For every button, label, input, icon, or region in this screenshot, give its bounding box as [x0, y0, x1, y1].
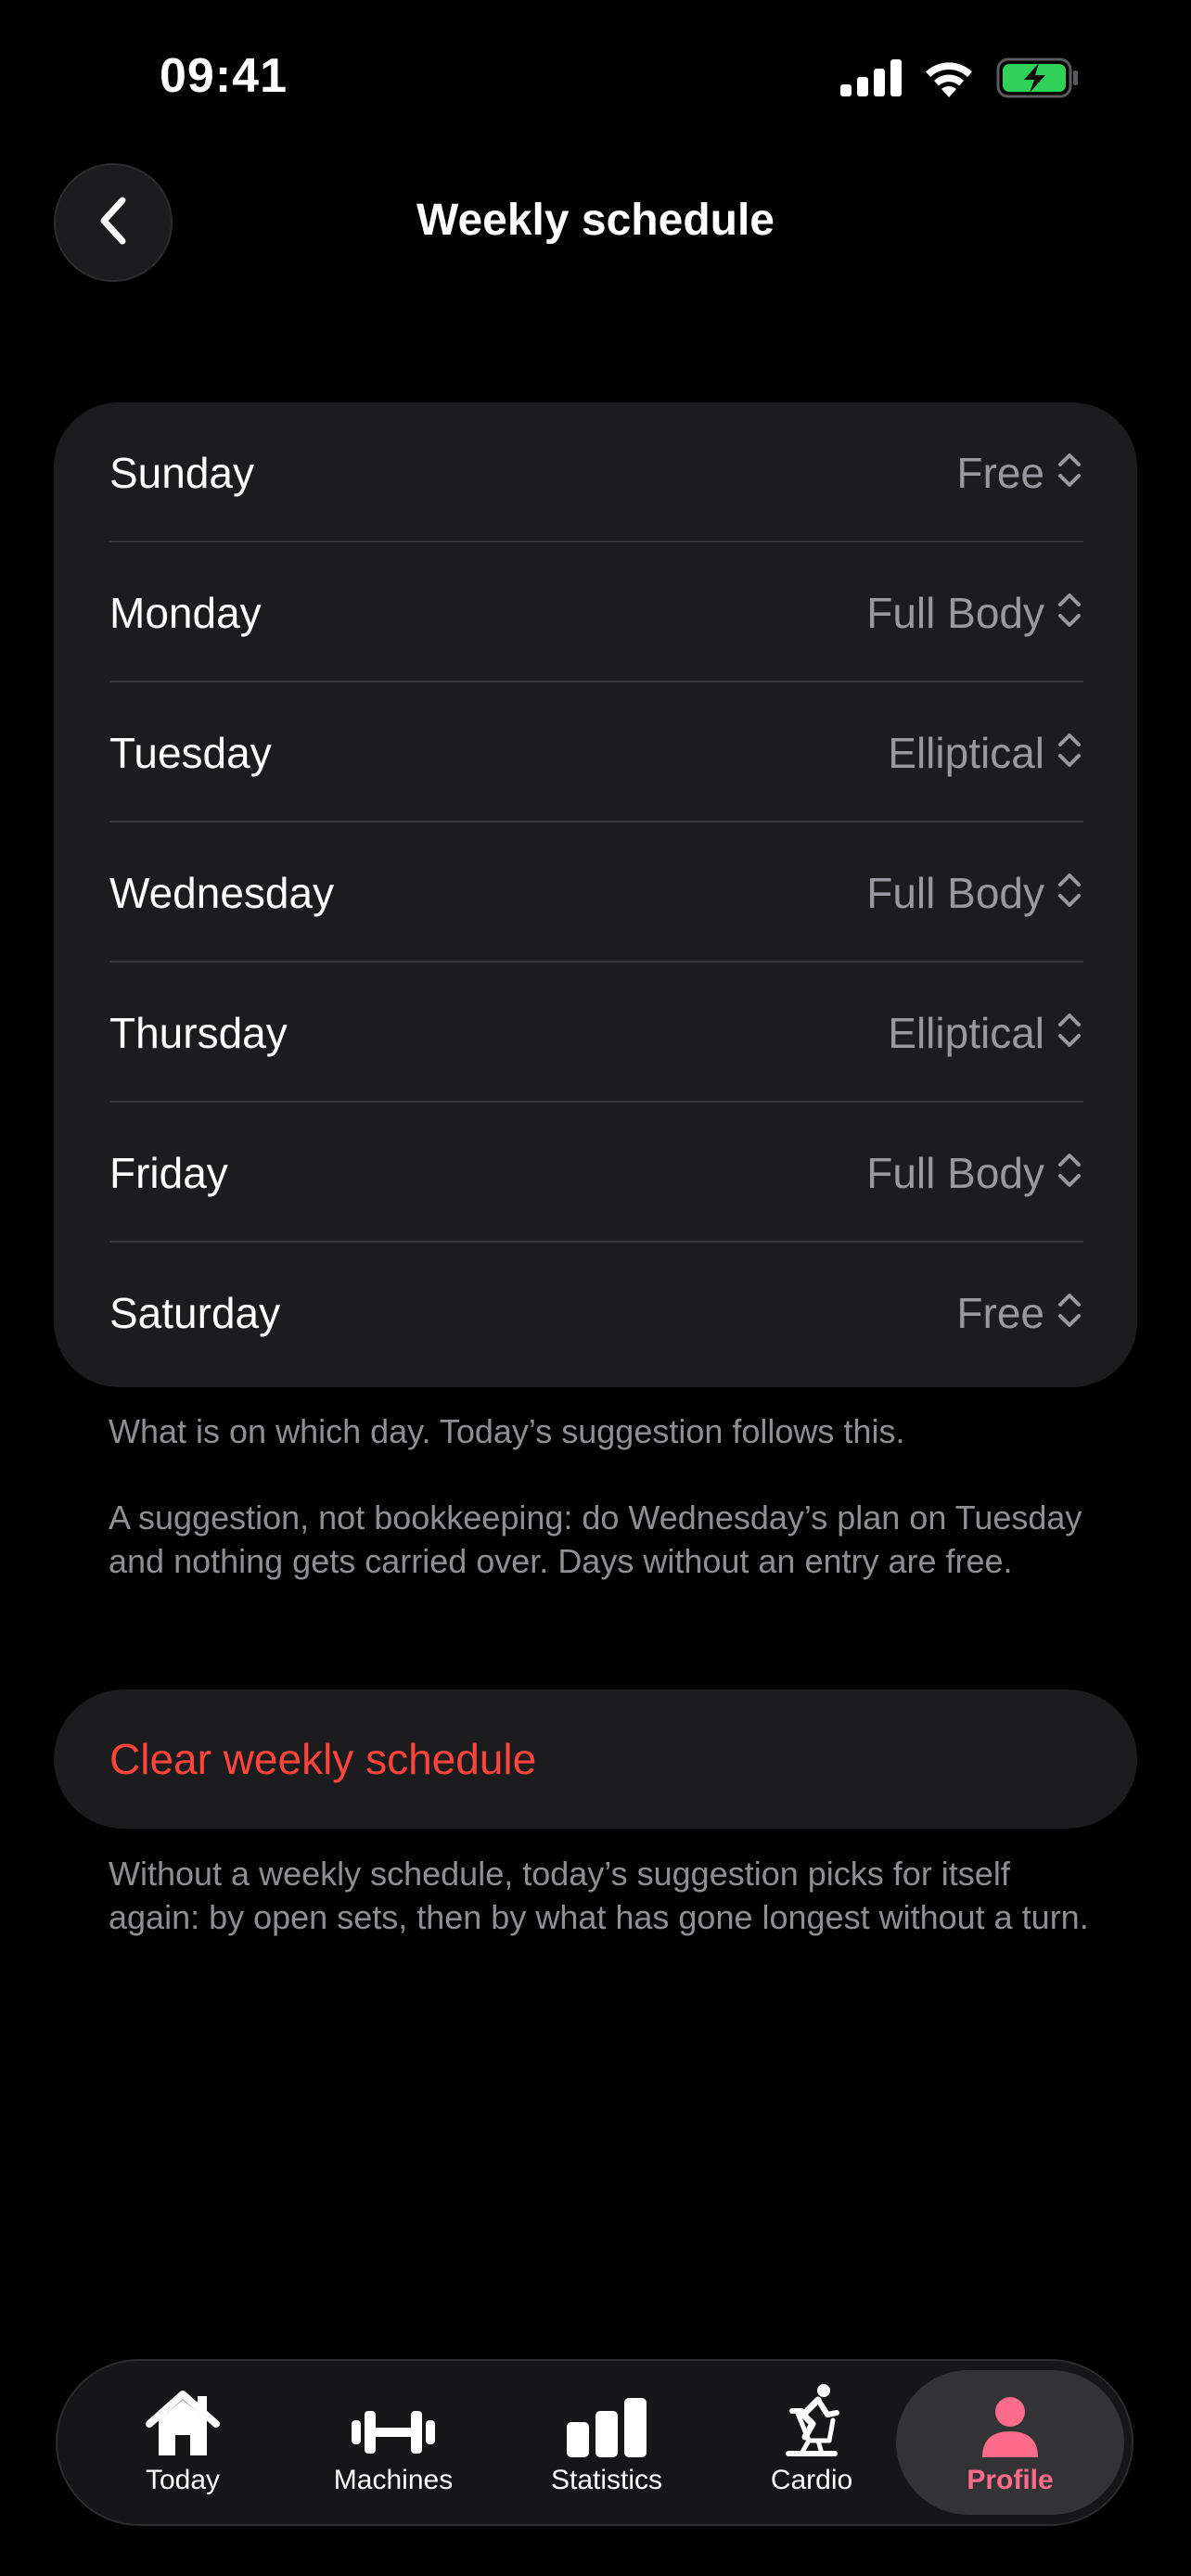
- day-picker[interactable]: Elliptical: [888, 1008, 1083, 1058]
- day-row-sunday[interactable]: Sunday Free: [54, 402, 1137, 542]
- day-label: Tuesday: [109, 728, 272, 777]
- chevron-up-down-icon: [1056, 870, 1083, 915]
- tab-statistics[interactable]: Statistics: [514, 2370, 699, 2515]
- status-icons: [840, 57, 1080, 103]
- chevron-up-down-icon: [1056, 1290, 1083, 1335]
- day-value: Elliptical: [888, 728, 1044, 777]
- day-value: Full Body: [866, 1148, 1044, 1197]
- clear-footnote: Without a weekly schedule, today’s sugge…: [109, 1855, 1089, 1936]
- day-label: Sunday: [109, 448, 255, 497]
- day-row-saturday[interactable]: Saturday Free: [54, 1243, 1137, 1383]
- chevron-up-down-icon: [1056, 450, 1083, 495]
- day-label: Saturday: [109, 1288, 281, 1337]
- day-row-monday[interactable]: Monday Full Body: [54, 542, 1137, 682]
- day-value: Free: [956, 448, 1044, 497]
- schedule-explanation: A suggestion, not bookkeeping: do Wednes…: [109, 1498, 1082, 1580]
- person-icon: [980, 2381, 1040, 2457]
- tab-label: Cardio: [770, 2465, 853, 2495]
- status-time: 09:41: [160, 49, 288, 103]
- day-picker[interactable]: Full Body: [866, 1148, 1083, 1198]
- day-value: Full Body: [866, 588, 1044, 637]
- tab-label: Statistics: [550, 2465, 663, 2495]
- day-value: Full Body: [866, 868, 1044, 917]
- schedule-card: Sunday Free Monday Full Body Tuesday Ell…: [54, 402, 1137, 1387]
- day-row-thursday[interactable]: Thursday Elliptical: [54, 963, 1137, 1103]
- cellular-signal-icon: [840, 59, 902, 101]
- day-picker[interactable]: Free: [956, 1288, 1083, 1338]
- chevron-up-down-icon: [1056, 590, 1083, 635]
- clear-schedule-label: Clear weekly schedule: [109, 1735, 537, 1783]
- tab-profile[interactable]: Profile: [896, 2370, 1124, 2515]
- day-picker[interactable]: Full Body: [866, 588, 1083, 638]
- tab-label: Machines: [333, 2465, 454, 2495]
- tab-label: Today: [145, 2465, 221, 2495]
- day-label: Monday: [109, 588, 262, 637]
- day-value: Free: [956, 1288, 1044, 1337]
- tab-label: Profile: [967, 2465, 1054, 2495]
- tab-bar: Today Machines Statistics Cardio Profile: [56, 2359, 1133, 2526]
- chevron-up-down-icon: [1056, 730, 1083, 775]
- chevron-up-down-icon: [1056, 1150, 1083, 1195]
- tab-today[interactable]: Today: [104, 2370, 262, 2515]
- bar-chart-icon: [567, 2381, 647, 2457]
- dumbbell-icon: [352, 2381, 435, 2457]
- day-picker[interactable]: Elliptical: [888, 728, 1083, 778]
- house-icon: [146, 2381, 220, 2457]
- day-row-friday[interactable]: Friday Full Body: [54, 1103, 1137, 1243]
- clear-schedule-button[interactable]: Clear weekly schedule: [54, 1690, 1137, 1829]
- battery-charging-icon: [996, 57, 1080, 103]
- day-label: Friday: [109, 1148, 228, 1197]
- day-row-tuesday[interactable]: Tuesday Elliptical: [54, 682, 1137, 823]
- chevron-up-down-icon: [1056, 1010, 1083, 1055]
- day-value: Elliptical: [888, 1008, 1044, 1057]
- schedule-footnote: What is on which day. Today’s suggestion…: [109, 1412, 905, 1450]
- day-picker[interactable]: Full Body: [866, 868, 1083, 918]
- wifi-icon: [922, 58, 976, 102]
- page-title: Weekly schedule: [416, 196, 775, 245]
- day-row-wednesday[interactable]: Wednesday Full Body: [54, 823, 1137, 963]
- status-bar: 09:41: [0, 0, 1191, 158]
- tab-machines[interactable]: Machines: [301, 2370, 486, 2515]
- stationary-bike-icon: [781, 2381, 842, 2457]
- day-picker[interactable]: Free: [956, 448, 1083, 498]
- tab-cardio[interactable]: Cardio: [724, 2370, 900, 2515]
- day-label: Thursday: [109, 1008, 288, 1057]
- day-label: Wednesday: [109, 868, 335, 917]
